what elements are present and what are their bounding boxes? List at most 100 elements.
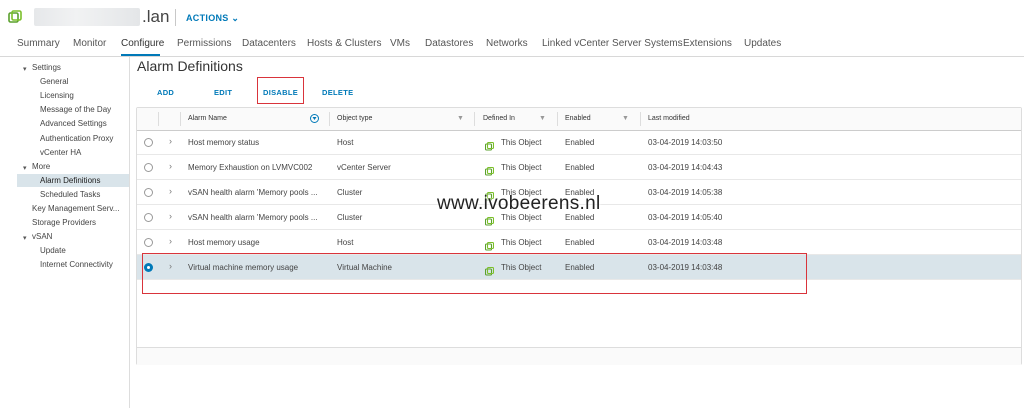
chevron-right-icon[interactable]: › bbox=[169, 236, 172, 246]
tab-datastores[interactable]: Datastores bbox=[425, 38, 473, 49]
alarm-grid: Alarm Name Object type ▼ Defined In ▼ En… bbox=[136, 107, 1022, 365]
cell-last-modified: 03-04-2019 14:03:50 bbox=[648, 138, 723, 147]
row-radio[interactable] bbox=[144, 163, 153, 172]
grid-footer bbox=[137, 347, 1021, 365]
row-radio[interactable] bbox=[144, 188, 153, 197]
chevron-down-icon[interactable]: ▾ bbox=[23, 65, 27, 73]
chevron-down-icon[interactable]: ▾ bbox=[23, 234, 27, 242]
sidebar-group-vsan[interactable]: vSAN bbox=[32, 232, 52, 241]
disable-highlight-box bbox=[257, 77, 304, 104]
vcenter-icon bbox=[8, 10, 22, 23]
chevron-right-icon[interactable]: › bbox=[169, 136, 172, 146]
sidebar-item-scheduled-tasks[interactable]: Scheduled Tasks bbox=[40, 190, 100, 199]
column-header-object-type[interactable]: Object type bbox=[337, 115, 372, 122]
cell-alarm-name: vSAN health alarm 'Memory pools ... bbox=[188, 213, 318, 222]
header-divider bbox=[175, 9, 176, 26]
chevron-right-icon[interactable]: › bbox=[169, 211, 172, 221]
tab-bar: Summary Monitor Configure Permissions Da… bbox=[0, 34, 1024, 57]
sidebar-group-more[interactable]: More bbox=[32, 162, 50, 171]
cell-enabled: Enabled bbox=[565, 238, 595, 247]
column-header-alarm-name[interactable]: Alarm Name bbox=[188, 115, 227, 122]
column-separator bbox=[329, 112, 330, 126]
sidebar-item-update[interactable]: Update bbox=[40, 246, 66, 255]
cell-enabled: Enabled bbox=[565, 163, 595, 172]
sidebar-item-authentication-proxy[interactable]: Authentication Proxy bbox=[40, 134, 113, 143]
column-separator bbox=[474, 112, 475, 126]
sidebar-item-general[interactable]: General bbox=[40, 77, 68, 86]
table-row[interactable]: › Host memory status Host This Object Enable… bbox=[137, 130, 1021, 155]
row-radio[interactable] bbox=[144, 138, 153, 147]
column-header-last-modified[interactable]: Last modified bbox=[648, 115, 690, 122]
filter-icon[interactable]: ▼ bbox=[457, 115, 464, 122]
vcenter-object-icon bbox=[484, 138, 495, 151]
add-button[interactable]: ADD bbox=[157, 88, 174, 97]
sidebar-item-advanced-settings[interactable]: Advanced Settings bbox=[40, 119, 107, 128]
filter-icon[interactable]: ▼ bbox=[622, 115, 629, 122]
sidebar-item-storage-providers[interactable]: Storage Providers bbox=[32, 218, 96, 227]
sidebar-item-key-management[interactable]: Key Management Serv... bbox=[32, 204, 119, 213]
vcenter-object-icon bbox=[484, 238, 495, 251]
watermark: www.ivobeerens.nl bbox=[437, 193, 601, 214]
redacted-hostname bbox=[34, 8, 140, 26]
sidebar-item-message-of-the-day[interactable]: Message of the Day bbox=[40, 105, 111, 114]
cell-alarm-name: Host memory usage bbox=[188, 238, 260, 247]
column-header-defined-in[interactable]: Defined In bbox=[483, 115, 515, 122]
selected-row-highlight-box bbox=[142, 253, 807, 294]
sidebar-item-internet-connectivity[interactable]: Internet Connectivity bbox=[40, 260, 113, 269]
cell-object-type: vCenter Server bbox=[337, 163, 391, 172]
cell-defined-in: This Object bbox=[501, 238, 542, 247]
cell-alarm-name: vSAN health alarm 'Memory pools ... bbox=[188, 188, 318, 197]
cell-last-modified: 03-04-2019 14:05:38 bbox=[648, 188, 723, 197]
cell-defined-in: This Object bbox=[501, 163, 542, 172]
tab-permissions[interactable]: Permissions bbox=[177, 38, 231, 49]
column-separator bbox=[640, 112, 641, 126]
sidebar-item-licensing[interactable]: Licensing bbox=[40, 91, 74, 100]
tab-configure[interactable]: Configure bbox=[121, 38, 164, 49]
tab-networks[interactable]: Networks bbox=[486, 38, 528, 49]
column-separator bbox=[180, 112, 181, 126]
table-row[interactable]: › Memory Exhaustion on LVMVC002 vCenter Se… bbox=[137, 155, 1021, 180]
tab-vms[interactable]: VMs bbox=[390, 38, 410, 49]
filter-icon[interactable]: ▼ bbox=[539, 115, 546, 122]
tab-updates[interactable]: Updates bbox=[744, 38, 781, 49]
column-separator bbox=[557, 112, 558, 126]
chevron-right-icon[interactable]: › bbox=[169, 186, 172, 196]
vcenter-object-icon bbox=[484, 163, 495, 176]
column-separator bbox=[158, 112, 159, 126]
main-panel: Alarm Definitions ADD EDIT DISABLE DELET… bbox=[130, 57, 1024, 408]
cell-last-modified: 03-04-2019 14:05:40 bbox=[648, 213, 723, 222]
cell-defined-in: This Object bbox=[501, 138, 542, 147]
sidebar-group-settings[interactable]: Settings bbox=[32, 63, 61, 72]
cell-object-type: Cluster bbox=[337, 188, 363, 197]
active-tab-indicator bbox=[121, 54, 160, 56]
cell-object-type: Host bbox=[337, 238, 354, 247]
tab-summary[interactable]: Summary bbox=[17, 38, 60, 49]
table-row[interactable]: › Host memory usage Host This Object Enabled… bbox=[137, 230, 1021, 255]
cell-last-modified: 03-04-2019 14:03:48 bbox=[648, 238, 723, 247]
edit-button[interactable]: EDIT bbox=[214, 88, 232, 97]
delete-button[interactable]: DELETE bbox=[322, 88, 353, 97]
sidebar-item-alarm-definitions[interactable]: Alarm Definitions bbox=[40, 176, 100, 185]
tab-datacenters[interactable]: Datacenters bbox=[242, 38, 296, 49]
filter-active-icon[interactable] bbox=[310, 114, 319, 123]
row-radio[interactable] bbox=[144, 213, 153, 222]
chevron-right-icon[interactable]: › bbox=[169, 161, 172, 171]
column-header-enabled[interactable]: Enabled bbox=[565, 115, 591, 122]
grid-header: Alarm Name Object type ▼ Defined In ▼ En… bbox=[137, 108, 1021, 131]
tab-monitor[interactable]: Monitor bbox=[73, 38, 106, 49]
chevron-down-icon[interactable]: ▾ bbox=[23, 164, 27, 172]
sidebar-item-vcenter-ha[interactable]: vCenter HA bbox=[40, 148, 81, 157]
tab-linked-vcenter[interactable]: Linked vCenter Server Systems bbox=[542, 38, 683, 49]
cell-alarm-name: Host memory status bbox=[188, 138, 260, 147]
cell-enabled: Enabled bbox=[565, 138, 595, 147]
cell-object-type: Cluster bbox=[337, 213, 363, 222]
row-radio[interactable] bbox=[144, 238, 153, 247]
page-title: Alarm Definitions bbox=[137, 58, 243, 74]
app-header: .lan ACTIONS ⌄ bbox=[0, 0, 1024, 34]
tab-hosts-clusters[interactable]: Hosts & Clusters bbox=[307, 38, 381, 49]
tab-extensions[interactable]: Extensions bbox=[683, 38, 732, 49]
host-name: .lan bbox=[142, 7, 170, 26]
cell-object-type: Host bbox=[337, 138, 354, 147]
actions-menu-button[interactable]: ACTIONS ⌄ bbox=[186, 13, 239, 24]
sidebar: ▾ Settings General Licensing Message of … bbox=[0, 57, 130, 408]
